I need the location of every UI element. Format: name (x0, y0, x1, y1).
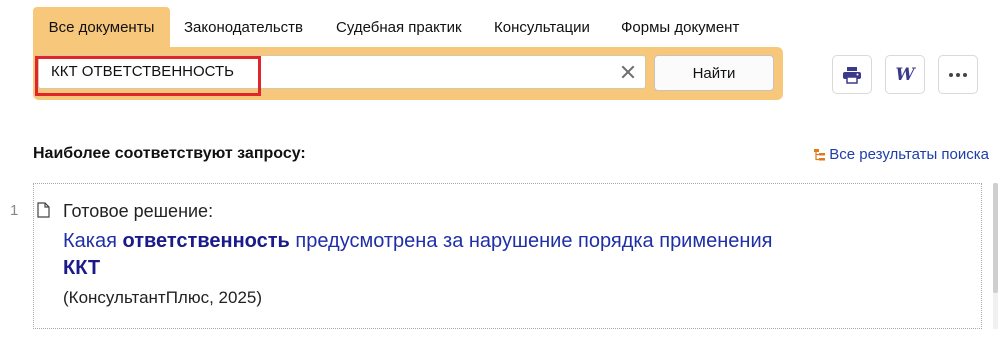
more-dots-icon (949, 72, 967, 77)
result-title-keyword[interactable]: ответственность (122, 230, 289, 252)
result-title-link[interactable]: Какая ответственность предусмотрена за н… (63, 228, 923, 282)
document-icon (37, 202, 50, 218)
find-button[interactable]: Найти (654, 55, 774, 91)
tree-list-icon (814, 148, 826, 160)
word-export-icon: W (895, 64, 915, 85)
search-panel: ККТ ОТВЕТСТВЕННОСТЬ Найти (33, 47, 783, 100)
results-scrollbar[interactable] (993, 183, 998, 329)
result-number: 1 (10, 202, 19, 219)
tab-consultations[interactable]: Консультации (480, 7, 607, 47)
result-source: (КонсультантПлюс, 2025) (63, 288, 263, 307)
tab-document-forms[interactable]: Формы документ (607, 7, 767, 47)
document-type-tabs: Все документы Законодательств Судебная п… (33, 7, 767, 47)
tab-court-practice[interactable]: Судебная практик (322, 7, 480, 47)
result-type: Готовое решение: (63, 201, 214, 221)
scrollbar-thumb[interactable] (993, 183, 998, 293)
print-button[interactable] (832, 55, 872, 94)
result-title-keyword[interactable]: ККТ (63, 257, 100, 279)
printer-icon (843, 66, 861, 84)
result-title-part[interactable]: предусмотрена за нарушение порядка приме… (290, 230, 772, 252)
export-word-button[interactable]: W (885, 55, 925, 94)
all-results-label[interactable]: Все результаты поиска (829, 146, 989, 163)
tab-all-documents[interactable]: Все документы (33, 7, 170, 47)
search-query-highlight (35, 56, 261, 96)
results-heading: Наиболее соответствуют запросу: (33, 145, 306, 162)
more-button[interactable] (938, 55, 978, 94)
all-results-link[interactable]: Все результаты поиска (814, 146, 989, 163)
result-title-part[interactable]: Какая (63, 230, 122, 252)
tab-legislation[interactable]: Законодательств (170, 7, 322, 47)
clear-icon[interactable] (619, 63, 637, 81)
